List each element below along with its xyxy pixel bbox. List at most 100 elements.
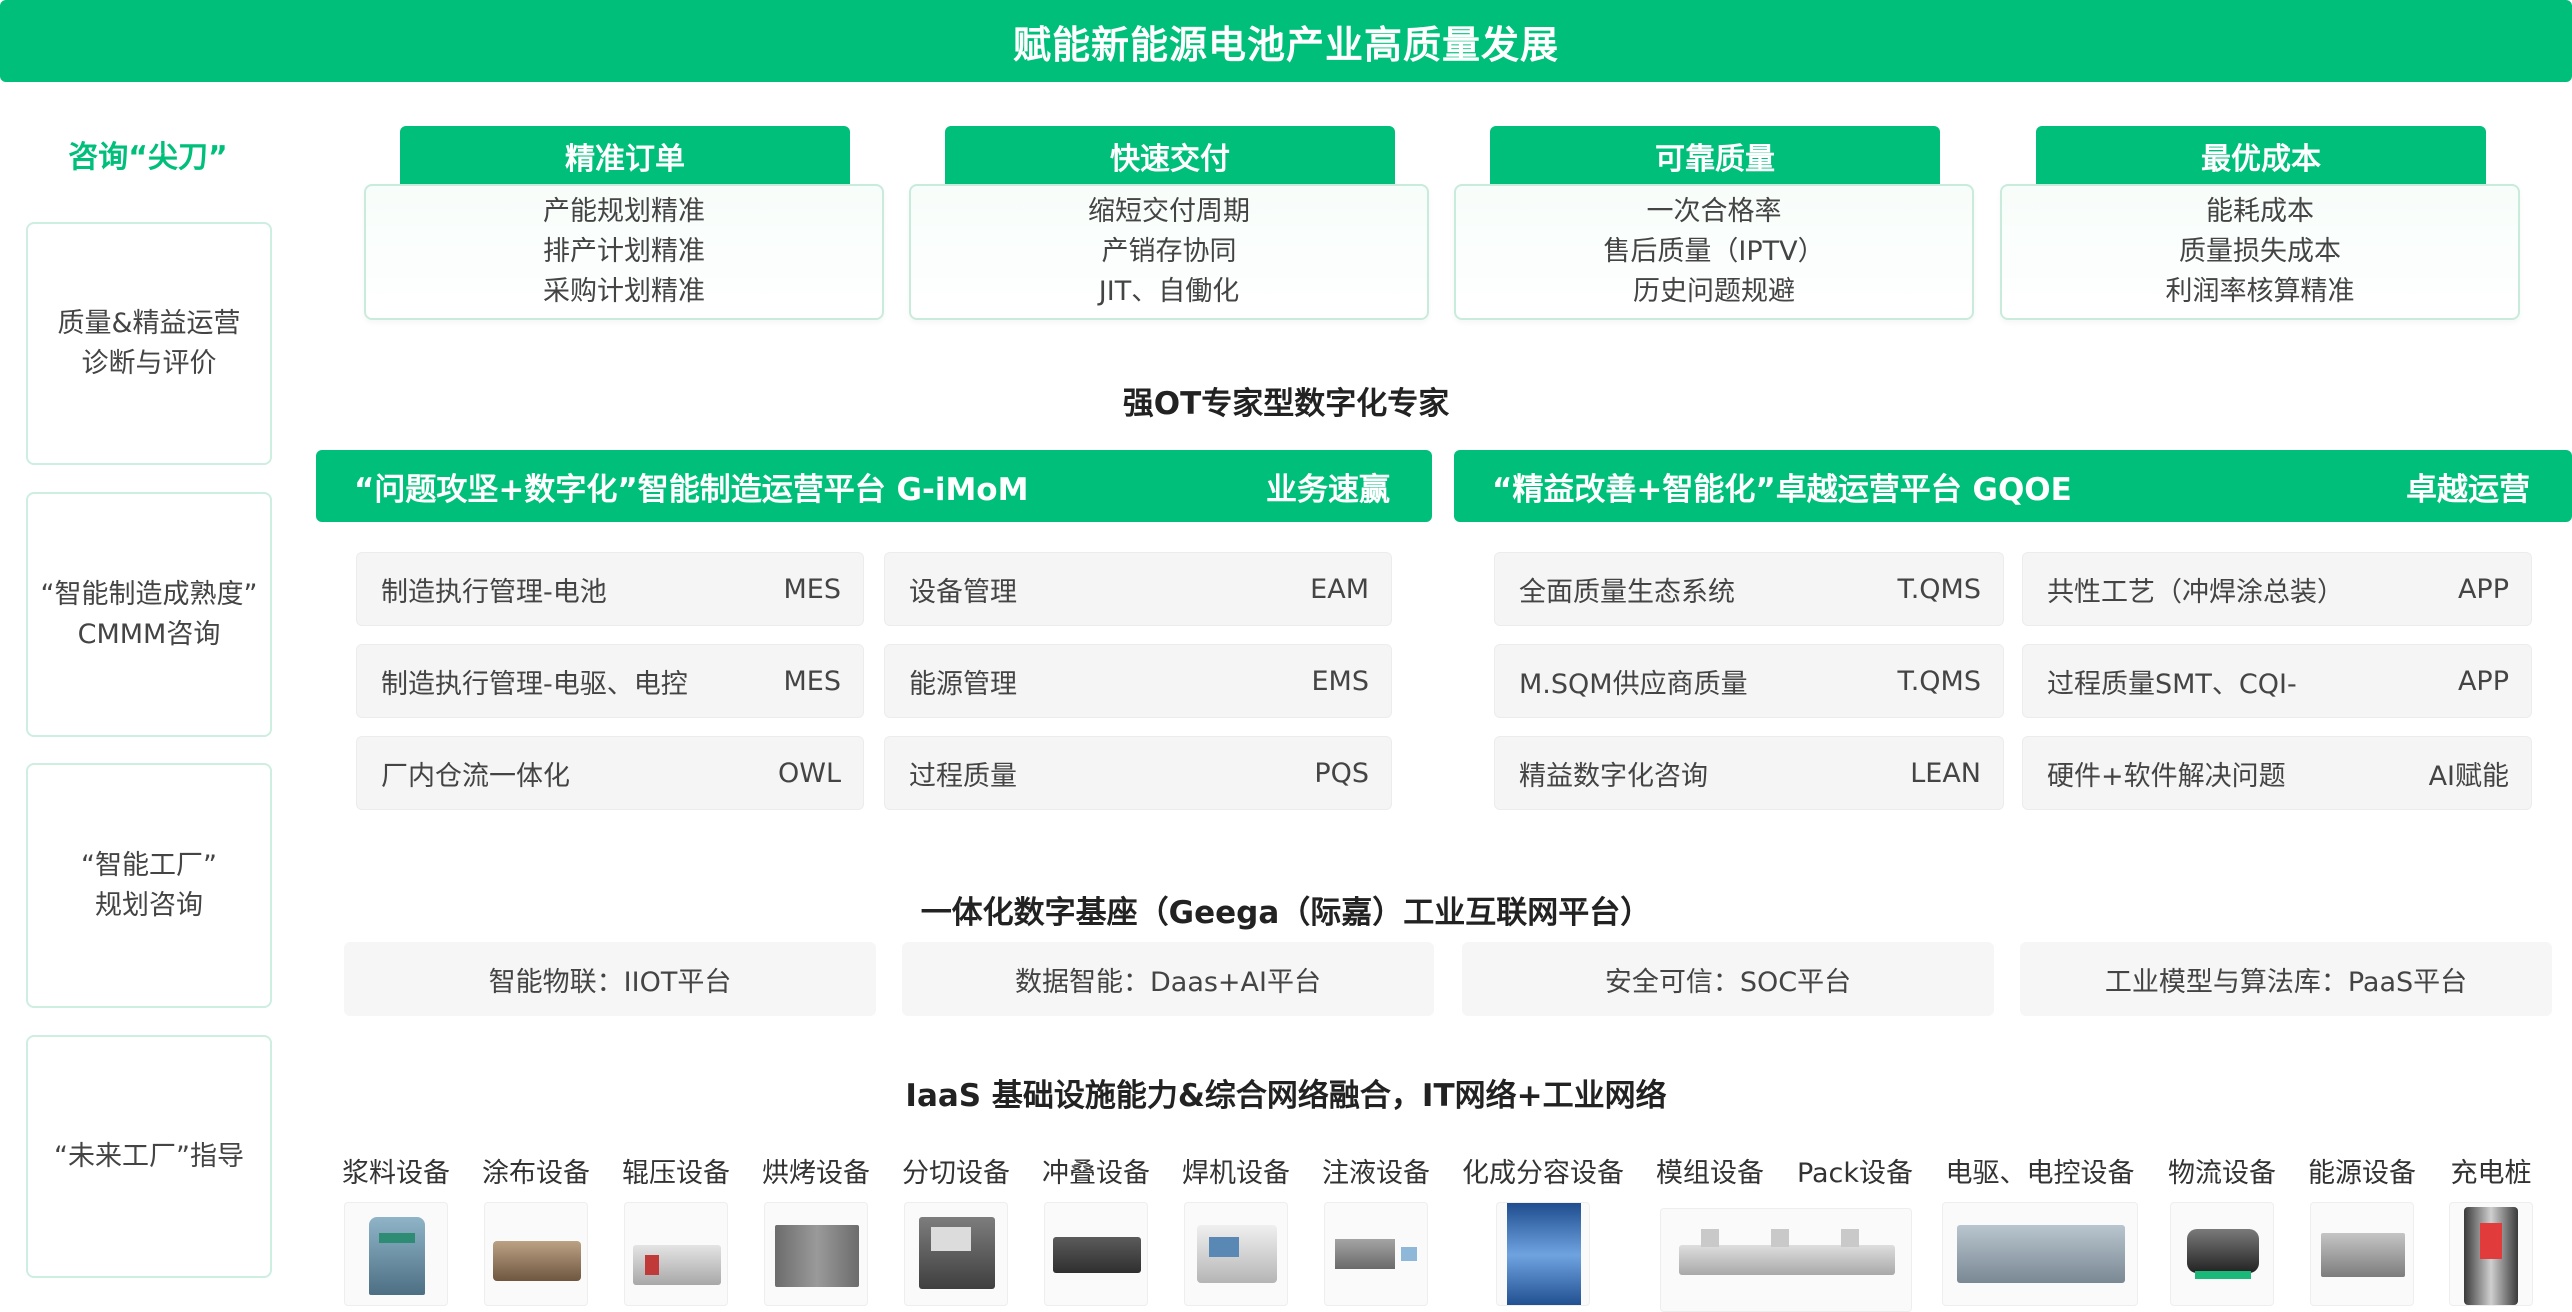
equipment-injection[interactable]: 注液设备 xyxy=(1316,1152,1436,1306)
module-item[interactable]: 厂内仓流一体化 OWL xyxy=(356,736,864,810)
equipment-drive-control[interactable]: 电驱、电控设备 xyxy=(1940,1152,2140,1306)
equipment-pack[interactable]: Pack设备 xyxy=(1790,1152,1920,1196)
module-code: EMS xyxy=(1311,665,1370,697)
module-name: 过程质量 xyxy=(909,760,1017,792)
equipment-rolling[interactable]: 辊压设备 xyxy=(616,1152,736,1306)
goal-item: 能耗成本 xyxy=(2206,196,2314,227)
charging-pile-image xyxy=(2449,1202,2533,1306)
equipment-label: 能源设备 xyxy=(2308,1158,2416,1189)
module-code: AI赋能 xyxy=(2428,760,2509,792)
goal-items: 产能规划精准 排产计划精准 采购计划精准 xyxy=(364,184,884,320)
consulting-card-cmmm[interactable]: “智能制造成熟度” CMMM咨询 xyxy=(26,492,272,737)
equipment-label: 注液设备 xyxy=(1322,1158,1430,1189)
base-item-iiot[interactable]: 智能物联：IIOT平台 xyxy=(344,942,876,1016)
drive-control-equipment-image xyxy=(1942,1202,2138,1306)
module-name: 过程质量SMT、CQI- xyxy=(2047,668,2297,700)
module-item[interactable]: 过程质量 PQS xyxy=(884,736,1392,810)
digital-base-title: 一体化数字基座（Geega（际嘉）工业互联网平台） xyxy=(920,895,1652,931)
goal-item: 质量损失成本 xyxy=(2179,236,2341,267)
equipment-charging-pile[interactable]: 充电桩 xyxy=(2440,1152,2542,1306)
module-code: OWL xyxy=(778,757,841,789)
base-item-paas[interactable]: 工业模型与算法库：PaaS平台 xyxy=(2020,942,2552,1016)
equipment-stacking[interactable]: 冲叠设备 xyxy=(1036,1152,1156,1306)
goal-title: 精准订单 xyxy=(400,126,850,186)
platform-bar-gimom[interactable]: “问题攻坚+数字化”智能制造运营平台 G-iMoM 业务速赢 xyxy=(316,450,1432,522)
module-item[interactable]: 能源管理 EMS xyxy=(884,644,1392,718)
module-code: APP xyxy=(2457,665,2509,697)
goal-item: 产能规划精准 xyxy=(543,196,705,227)
goal-precise-order: 精准订单 产能规划精准 排产计划精准 采购计划精准 xyxy=(364,126,884,320)
module-name: 硬件+软件解决问题 xyxy=(2047,760,2286,792)
equipment-label: 焊机设备 xyxy=(1182,1158,1290,1189)
equipment-formation[interactable]: 化成分容设备 xyxy=(1458,1152,1628,1306)
equipment-label: 充电桩 xyxy=(2450,1158,2532,1189)
goal-item: 售后质量（IPTV） xyxy=(1603,236,1825,267)
consulting-card-quality[interactable]: 质量&精益运营 诊断与评价 xyxy=(26,222,272,465)
goal-item: 一次合格率 xyxy=(1646,196,1782,227)
module-code: EAM xyxy=(1310,573,1369,605)
module-item[interactable]: 精益数字化咨询 LEAN xyxy=(1494,736,2004,810)
equipment-label: Pack设备 xyxy=(1796,1158,1914,1189)
goal-items: 一次合格率 售后质量（IPTV） 历史问题规避 xyxy=(1454,184,1974,320)
equipment-label: 分切设备 xyxy=(902,1158,1010,1189)
module-code: T.QMS xyxy=(1897,573,1981,605)
iaas-title: IaaS 基础设施能力&综合网络融合，IT网络+工业网络 xyxy=(905,1078,1667,1114)
equipment-label: 模组设备 xyxy=(1656,1158,1764,1189)
rolling-equipment-image xyxy=(624,1202,728,1306)
module-name: 全面质量生态系统 xyxy=(1519,576,1735,608)
platform-bar-gqoe[interactable]: “精益改善+智能化”卓越运营平台 GQOE 卓越运营 xyxy=(1454,450,2572,522)
goal-title: 最优成本 xyxy=(2036,126,2486,186)
banner-title: 赋能新能源电池产业高质量发展 xyxy=(1012,22,1559,67)
base-item-soc[interactable]: 安全可信：SOC平台 xyxy=(1462,942,1994,1016)
equipment-slitting[interactable]: 分切设备 xyxy=(896,1152,1016,1306)
module-item[interactable]: 过程质量SMT、CQI- APP xyxy=(2022,644,2532,718)
equipment-welding[interactable]: 焊机设备 xyxy=(1176,1152,1296,1306)
module-item[interactable]: 设备管理 EAM xyxy=(884,552,1392,626)
coating-equipment-image xyxy=(484,1202,588,1306)
injection-equipment-image xyxy=(1324,1202,1428,1306)
module-code: APP xyxy=(2457,573,2509,605)
equipment-logistics[interactable]: 物流设备 xyxy=(2162,1152,2282,1306)
module-item[interactable]: 硬件+软件解决问题 AI赋能 xyxy=(2022,736,2532,810)
module-item[interactable]: M.SQM供应商质量 T.QMS xyxy=(1494,644,2004,718)
equipment-module[interactable]: 模组设备 xyxy=(1650,1152,1770,1196)
goal-items: 能耗成本 质量损失成本 利润率核算精准 xyxy=(2000,184,2520,320)
equipment-label: 烘烤设备 xyxy=(762,1158,870,1189)
card-line: 质量&精益运营 xyxy=(57,307,241,339)
goal-reliable-quality: 可靠质量 一次合格率 售后质量（IPTV） 历史问题规避 xyxy=(1454,126,1974,320)
card-line: “未来工厂”指导 xyxy=(54,1140,244,1172)
module-name: 共性工艺（冲焊涂总装） xyxy=(2047,576,2344,608)
welding-equipment-image xyxy=(1184,1202,1288,1306)
slitting-equipment-image xyxy=(904,1202,1008,1306)
goal-optimal-cost: 最优成本 能耗成本 质量损失成本 利润率核算精准 xyxy=(2000,126,2520,320)
energy-equipment-image xyxy=(2310,1202,2414,1306)
module-item[interactable]: 共性工艺（冲焊涂总装） APP xyxy=(2022,552,2532,626)
module-item[interactable]: 制造执行管理-电池 MES xyxy=(356,552,864,626)
module-pack-line-image xyxy=(1660,1208,1912,1312)
equipment-slurry[interactable]: 浆料设备 xyxy=(336,1152,456,1306)
platform-tag: 业务速赢 xyxy=(1266,471,1390,508)
equipment-label: 浆料设备 xyxy=(342,1158,450,1189)
formation-equipment-image xyxy=(1496,1202,1590,1306)
platform-tag: 卓越运营 xyxy=(2406,471,2530,508)
platform-name: “问题攻坚+数字化”智能制造运营平台 G-iMoM xyxy=(354,471,1029,508)
goal-item: 利润率核算精准 xyxy=(2165,276,2355,307)
module-item[interactable]: 制造执行管理-电驱、电控 MES xyxy=(356,644,864,718)
equipment-baking[interactable]: 烘烤设备 xyxy=(756,1152,876,1306)
baking-equipment-image xyxy=(764,1202,868,1306)
equipment-coating[interactable]: 涂布设备 xyxy=(476,1152,596,1306)
equipment-energy[interactable]: 能源设备 xyxy=(2302,1152,2422,1306)
equipment-label: 电驱、电控设备 xyxy=(1945,1158,2135,1189)
module-name: 厂内仓流一体化 xyxy=(381,760,570,792)
base-item-daas[interactable]: 数据智能：Daas+AI平台 xyxy=(902,942,1434,1016)
module-code: MES xyxy=(783,665,842,697)
module-item[interactable]: 全面质量生态系统 T.QMS xyxy=(1494,552,2004,626)
module-code: T.QMS xyxy=(1897,665,1981,697)
consulting-card-smart-factory[interactable]: “智能工厂” 规划咨询 xyxy=(26,763,272,1008)
expert-title: 强OT专家型数字化专家 xyxy=(1122,386,1450,422)
consulting-title: 咨询“尖刀” xyxy=(68,140,228,175)
card-line: CMMM咨询 xyxy=(77,618,221,650)
module-name: 制造执行管理-电池 xyxy=(381,576,607,608)
logistics-equipment-image xyxy=(2170,1202,2274,1306)
goal-title: 快速交付 xyxy=(945,126,1395,186)
